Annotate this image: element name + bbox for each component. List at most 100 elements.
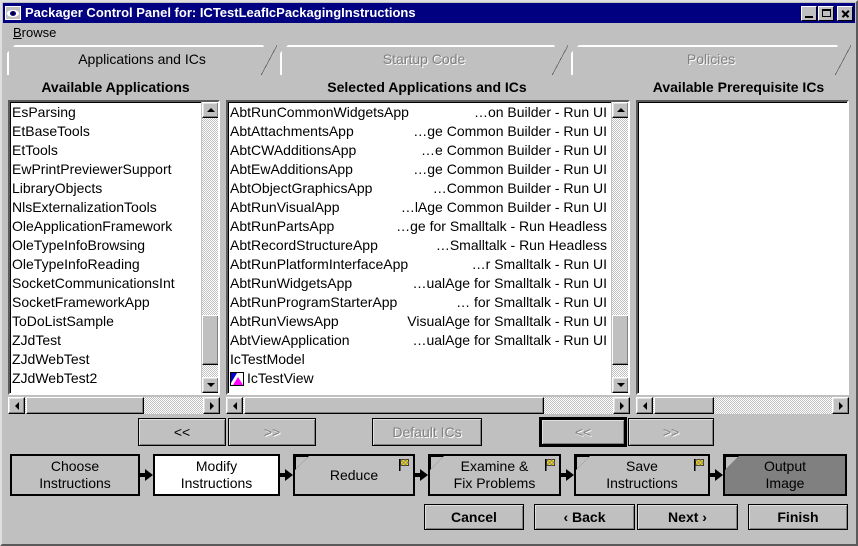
wizard-step-label: OutputImage bbox=[764, 458, 806, 492]
list-item[interactable]: AbtEwAdditionsApp…ge Common Builder - Ru… bbox=[230, 160, 611, 179]
list-item[interactable]: ZJdTest bbox=[12, 331, 201, 350]
default-ics-button[interactable]: Default ICs bbox=[372, 418, 482, 446]
list-panes: EsParsingEtBaseToolsEtToolsEwPrintPrevie… bbox=[8, 100, 850, 414]
add-application-button[interactable]: >> bbox=[228, 418, 316, 446]
list-item[interactable]: AbtAttachmentsApp …ge Common Builder - Ru… bbox=[230, 122, 611, 141]
selected-applications-hscrollbar[interactable] bbox=[226, 397, 630, 414]
available-applications-vscrollbar[interactable] bbox=[201, 102, 218, 393]
list-item[interactable]: ZJdWebTest bbox=[12, 350, 201, 369]
add-prerequisite-button[interactable]: >> bbox=[628, 418, 714, 446]
list-item-name: AbtCWAdditionsApp bbox=[230, 141, 356, 160]
scroll-left-button[interactable] bbox=[226, 397, 243, 414]
remove-application-button[interactable]: << bbox=[138, 418, 226, 446]
wizard-step-label-line1: Save bbox=[606, 458, 678, 475]
list-item[interactable]: IcTestModel bbox=[230, 350, 611, 369]
list-item[interactable]: IcTestView bbox=[230, 369, 611, 388]
wizard-step-modify[interactable]: ModifyInstructions bbox=[153, 454, 280, 496]
selected-applications-list[interactable]: AbtRunCommonWidgetsApp…on Builder - Run … bbox=[226, 100, 630, 395]
column-headers: Available Applications Selected Applicat… bbox=[8, 76, 850, 98]
selected-applications-vscrollbar[interactable] bbox=[611, 102, 628, 393]
wizard-step-output[interactable]: OutputImage bbox=[723, 454, 847, 496]
close-button[interactable] bbox=[837, 6, 853, 21]
list-item-description: …ge Common Builder - Run UI bbox=[413, 160, 607, 179]
menu-item-browse[interactable]: Browse bbox=[9, 24, 60, 41]
list-item[interactable]: AbtRecordStructureApp…Smalltalk - Run He… bbox=[230, 236, 611, 255]
list-item[interactable]: OleApplicationFramework bbox=[12, 217, 201, 236]
vscroll-thumb[interactable] bbox=[202, 315, 219, 365]
list-item-label: SocketCommunicationsInt bbox=[12, 274, 175, 293]
wizard-step-label-line2: Instructions bbox=[39, 475, 111, 492]
wizard-step-save[interactable]: SaveInstructions bbox=[574, 454, 710, 496]
list-item[interactable]: ZJdWebTest2 bbox=[12, 369, 201, 388]
list-item[interactable]: EtTools bbox=[12, 141, 201, 160]
tab-policies[interactable]: Policies bbox=[571, 45, 851, 75]
header-available-applications: Available Applications bbox=[8, 79, 223, 95]
finish-button[interactable]: Finish bbox=[748, 504, 848, 530]
list-item[interactable]: EsParsing bbox=[12, 103, 201, 122]
list-item[interactable]: SocketFrameworkApp bbox=[12, 293, 201, 312]
wizard-step-examine[interactable]: Examine &Fix Problems bbox=[428, 454, 561, 496]
tab-strip: Applications and ICs Startup Code Polici… bbox=[7, 45, 851, 75]
list-item[interactable]: OleTypeInfoReading bbox=[12, 255, 201, 274]
list-item-label: EwPrintPreviewerSupport bbox=[12, 160, 172, 179]
list-item[interactable]: AbtRunVisualApp…lAge Common Builder - Ru… bbox=[230, 198, 611, 217]
list-item[interactable]: AbtRunProgramStarterApp… for Smalltalk -… bbox=[230, 293, 611, 312]
scroll-left-button[interactable] bbox=[636, 397, 653, 414]
list-item-name: AbtRunVisualApp bbox=[230, 198, 339, 217]
back-button[interactable]: ‹ Back bbox=[534, 504, 635, 530]
wizard-step-bar: ChooseInstructions ModifyInstructions Redu… bbox=[10, 453, 848, 497]
next-button[interactable]: Next › bbox=[637, 504, 738, 530]
wizard-step-label: Examine &Fix Problems bbox=[454, 458, 536, 492]
list-item-name: AbtObjectGraphicsApp bbox=[230, 179, 372, 198]
scroll-right-button[interactable] bbox=[203, 397, 220, 414]
list-item[interactable]: EwPrintPreviewerSupport bbox=[12, 160, 201, 179]
tab-applications-and-ics[interactable]: Applications and ICs bbox=[7, 45, 277, 75]
list-item[interactable]: AbtRunPartsApp…ge for Smalltalk - Run He… bbox=[230, 217, 611, 236]
scroll-up-button[interactable] bbox=[612, 102, 629, 118]
scroll-right-button[interactable] bbox=[613, 397, 630, 414]
available-applications-pane: EsParsingEtBaseToolsEtToolsEwPrintPrevie… bbox=[8, 100, 220, 414]
remove-prerequisite-button[interactable]: << bbox=[540, 418, 626, 446]
list-item[interactable]: AbtRunCommonWidgetsApp…on Builder - Run … bbox=[230, 103, 611, 122]
scroll-down-button[interactable] bbox=[202, 377, 219, 393]
available-prerequisites-hscrollbar[interactable] bbox=[636, 397, 849, 414]
maximize-button[interactable] bbox=[818, 6, 834, 21]
scroll-up-button[interactable] bbox=[202, 102, 219, 118]
scroll-left-button[interactable] bbox=[8, 397, 25, 414]
list-item-description: …on Builder - Run UI bbox=[474, 103, 607, 122]
list-item[interactable]: LibraryObjects bbox=[12, 179, 201, 198]
scroll-down-button[interactable] bbox=[612, 377, 629, 393]
list-item[interactable]: AbtObjectGraphicsApp…Common Builder - Ru… bbox=[230, 179, 611, 198]
list-item-name: AbtRunPlatformInterfaceApp bbox=[230, 255, 408, 274]
title-bar: Packager Control Panel for: ICTestLeafIc… bbox=[3, 3, 855, 23]
available-applications-list[interactable]: EsParsingEtBaseToolsEtToolsEwPrintPrevie… bbox=[8, 100, 220, 395]
list-item[interactable]: EtBaseTools bbox=[12, 122, 201, 141]
minimize-button[interactable] bbox=[801, 6, 817, 21]
list-item[interactable]: AbtRunPlatformInterfaceApp…r Smalltalk -… bbox=[230, 255, 611, 274]
hscroll-thumb[interactable] bbox=[26, 397, 144, 414]
wizard-step-label: Reduce bbox=[330, 467, 378, 484]
available-prerequisites-list[interactable] bbox=[636, 100, 849, 395]
wizard-step-choose[interactable]: ChooseInstructions bbox=[10, 454, 140, 496]
wizard-step-label-line2: Instructions bbox=[606, 475, 678, 492]
wizard-step-reduce[interactable]: Reduce bbox=[293, 454, 415, 496]
tab-startup-code[interactable]: Startup Code bbox=[280, 45, 568, 75]
list-item[interactable]: AbtRunWidgetsApp…ualAge for Smalltalk - … bbox=[230, 274, 611, 293]
list-item[interactable]: OleTypeInfoBrowsing bbox=[12, 236, 201, 255]
list-item[interactable]: AbtCWAdditionsApp…e Common Builder - Run… bbox=[230, 141, 611, 160]
list-item[interactable]: ToDoListSample bbox=[12, 312, 201, 331]
wizard-step-label-line2: Fix Problems bbox=[454, 475, 536, 492]
list-item[interactable]: AbtViewApplication…ualAge for Smalltalk … bbox=[230, 331, 611, 350]
hscroll-thumb[interactable] bbox=[654, 397, 714, 414]
list-item[interactable]: SocketCommunicationsInt bbox=[12, 274, 201, 293]
list-item-label: ZJdWebTest bbox=[12, 350, 90, 369]
vscroll-thumb[interactable] bbox=[612, 315, 629, 365]
hscroll-thumb[interactable] bbox=[244, 397, 544, 414]
list-item-name: AbtAttachmentsApp bbox=[230, 122, 354, 141]
list-item[interactable]: AbtRunViewsAppVisualAge for Smalltalk - … bbox=[230, 312, 611, 331]
available-applications-hscrollbar[interactable] bbox=[8, 397, 220, 414]
scroll-right-button[interactable] bbox=[832, 397, 849, 414]
list-item-description: …ge Common Builder - Run UI bbox=[413, 122, 607, 141]
list-item[interactable]: NlsExternalizationTools bbox=[12, 198, 201, 217]
cancel-button[interactable]: Cancel bbox=[424, 504, 524, 530]
